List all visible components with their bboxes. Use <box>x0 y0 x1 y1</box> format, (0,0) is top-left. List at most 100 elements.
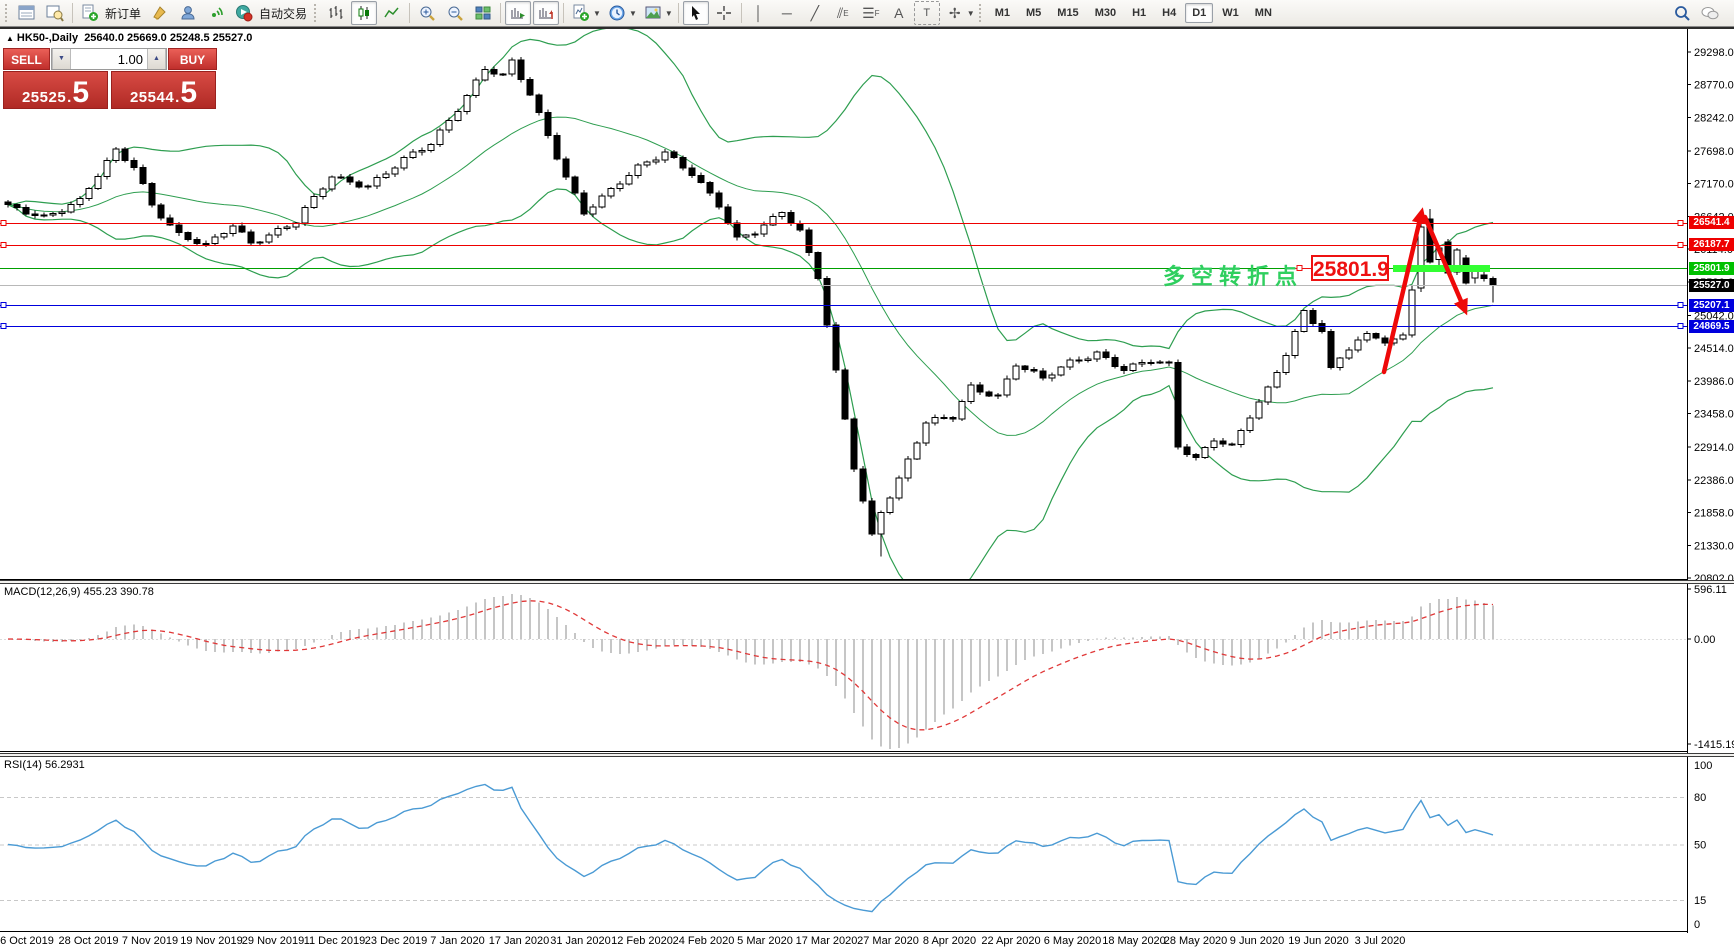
chat-icon[interactable] <box>1697 1 1723 25</box>
buy-price-display[interactable]: 25544.5 <box>111 71 216 109</box>
hline-price-flag: 26187.7 <box>1689 238 1734 251</box>
date-tick-label: 6 Oct 2019 <box>0 935 54 947</box>
crosshair-icon[interactable] <box>711 1 737 25</box>
toolbar-grip[interactable] <box>314 4 320 22</box>
volume-decrease-button[interactable]: ▼ <box>52 49 71 69</box>
candlestick-chart[interactable]: 29298.028770.028242.027698.027170.026642… <box>0 29 1734 580</box>
macd-chart: 596.110.00-1415.19 <box>0 584 1734 753</box>
autotrade-label[interactable]: 自动交易 <box>259 5 307 22</box>
date-tick-label: 22 Apr 2020 <box>981 935 1040 947</box>
date-tick-label: 3 Jul 2020 <box>1355 935 1406 947</box>
buy-button[interactable]: BUY <box>168 48 217 70</box>
svg-text:29298.0: 29298.0 <box>1694 47 1734 59</box>
toolbar-grip[interactable] <box>979 4 985 22</box>
svg-text:23458.0: 23458.0 <box>1694 409 1734 421</box>
autotrade-icon[interactable] <box>231 1 257 25</box>
tf-d1[interactable]: D1 <box>1185 3 1213 23</box>
signal-icon[interactable] <box>203 1 229 25</box>
chart-symbol-period: HK50-,Daily <box>17 32 78 44</box>
date-tick-label: 19 Jun 2020 <box>1288 935 1349 947</box>
sell-button[interactable]: SELL <box>3 48 50 70</box>
tf-h1[interactable]: H1 <box>1125 3 1153 23</box>
shapes-caret-icon[interactable]: ▼ <box>967 9 975 18</box>
date-tick-label: 9 Jun 2020 <box>1230 935 1284 947</box>
chart-list-icon[interactable] <box>14 1 40 25</box>
horizontal-line-tool-icon[interactable]: ─ <box>774 1 800 25</box>
vertical-line-tool-icon[interactable]: │ <box>746 1 772 25</box>
one-click-trade-panel: SELL ▼ ▲ BUY 25525.5 25544.5 <box>3 48 217 109</box>
chart-ohlc-values: 25640.0 25669.0 25248.5 25527.0 <box>84 32 252 44</box>
price-chart-panel[interactable]: 29298.028770.028242.027698.027170.026642… <box>0 27 1734 580</box>
add-indicator-icon[interactable] <box>568 1 594 25</box>
svg-text:-1415.19: -1415.19 <box>1694 739 1734 751</box>
candlestick-type-icon[interactable] <box>351 1 377 25</box>
date-tick-label: 24 Feb 2020 <box>673 935 735 947</box>
svg-text:21330.0: 21330.0 <box>1694 540 1734 552</box>
tf-m5[interactable]: M5 <box>1019 3 1048 23</box>
volume-input[interactable] <box>71 49 147 69</box>
macd-label: MACD(12,26,9) 455.23 390.78 <box>4 586 154 598</box>
tf-h4[interactable]: H4 <box>1155 3 1183 23</box>
fibonacci-tool-icon[interactable]: ☰F <box>858 1 884 25</box>
collapse-arrow-icon[interactable]: ▲ <box>6 34 14 43</box>
svg-text:20802.0: 20802.0 <box>1694 573 1734 580</box>
template-caret-icon[interactable]: ▼ <box>665 9 673 18</box>
search-icon[interactable] <box>1669 1 1695 25</box>
new-order-label[interactable]: 新订单 <box>105 5 141 22</box>
periods-caret-icon[interactable]: ▼ <box>629 9 637 18</box>
text-label-tool-icon[interactable]: T <box>914 1 940 25</box>
cursor-icon[interactable] <box>683 1 709 25</box>
new-order-icon[interactable] <box>77 1 103 25</box>
date-tick-label: 12 Feb 2020 <box>611 935 673 947</box>
rsi-label: RSI(14) 56.2931 <box>4 759 85 771</box>
date-axis[interactable]: 6 Oct 201928 Oct 20197 Nov 201919 Nov 20… <box>0 933 1734 949</box>
shapes-tool-icon[interactable]: ✢ <box>942 1 968 25</box>
svg-text:22914.0: 22914.0 <box>1694 442 1734 454</box>
line-chart-type-icon[interactable] <box>379 1 405 25</box>
hline-price-flag: 24869.5 <box>1689 320 1734 333</box>
toolbar-grip[interactable] <box>5 4 11 22</box>
periods-icon[interactable] <box>604 1 630 25</box>
price-callout-box[interactable]: 25801.9 <box>1311 255 1389 281</box>
tf-mn[interactable]: MN <box>1248 3 1279 23</box>
text-tool-icon[interactable]: A <box>886 1 912 25</box>
svg-text:21858.0: 21858.0 <box>1694 508 1734 520</box>
zoom-out-icon[interactable] <box>442 1 468 25</box>
trendline-tool-icon[interactable]: ╱ <box>802 1 828 25</box>
date-tick-label: 28 Oct 2019 <box>59 935 119 947</box>
svg-text:50: 50 <box>1694 840 1706 852</box>
market-watch-icon[interactable] <box>42 1 68 25</box>
mt4-terminal-window: 新订单 自动交易 <box>0 0 1734 949</box>
sell-price-display[interactable]: 25525.5 <box>3 71 108 109</box>
rsi-panel[interactable]: 1008050150 RSI(14) 56.2931 <box>0 757 1734 933</box>
template-icon[interactable] <box>640 1 666 25</box>
channel-tool-icon[interactable]: ⫽E <box>830 1 856 25</box>
chart-shift-icon[interactable] <box>533 1 559 25</box>
expert-profile-icon[interactable] <box>175 1 201 25</box>
svg-text:27170.0: 27170.0 <box>1694 179 1734 191</box>
svg-text:15: 15 <box>1694 895 1706 907</box>
svg-text:22386.0: 22386.0 <box>1694 475 1734 487</box>
current-price-flag: 25527.0 <box>1689 279 1734 292</box>
turning-point-annotation[interactable]: 多空转折点 <box>1163 259 1303 291</box>
auto-scroll-icon[interactable] <box>505 1 531 25</box>
tf-w1[interactable]: W1 <box>1215 3 1246 23</box>
tf-m1[interactable]: M1 <box>988 3 1017 23</box>
hline-price-flag: 26541.4 <box>1689 216 1734 229</box>
add-indicator-caret-icon[interactable]: ▼ <box>593 9 601 18</box>
tf-m15[interactable]: M15 <box>1050 3 1085 23</box>
macd-panel[interactable]: 596.110.00-1415.19 MACD(12,26,9) 455.23 … <box>0 584 1734 753</box>
svg-text:100: 100 <box>1694 760 1712 772</box>
bar-chart-type-icon[interactable] <box>323 1 349 25</box>
volume-increase-button[interactable]: ▲ <box>147 49 166 69</box>
svg-text:596.11: 596.11 <box>1694 584 1727 596</box>
zoom-in-icon[interactable] <box>414 1 440 25</box>
tile-windows-icon[interactable] <box>470 1 496 25</box>
volume-stepper: ▼ ▲ <box>51 48 167 70</box>
date-tick-label: 17 Mar 2020 <box>796 935 858 947</box>
tf-m30[interactable]: M30 <box>1088 3 1123 23</box>
date-tick-label: 5 Mar 2020 <box>737 935 793 947</box>
date-tick-label: 31 Jan 2020 <box>550 935 611 947</box>
date-tick-label: 18 May 2020 <box>1102 935 1166 947</box>
styler-icon[interactable] <box>147 1 173 25</box>
